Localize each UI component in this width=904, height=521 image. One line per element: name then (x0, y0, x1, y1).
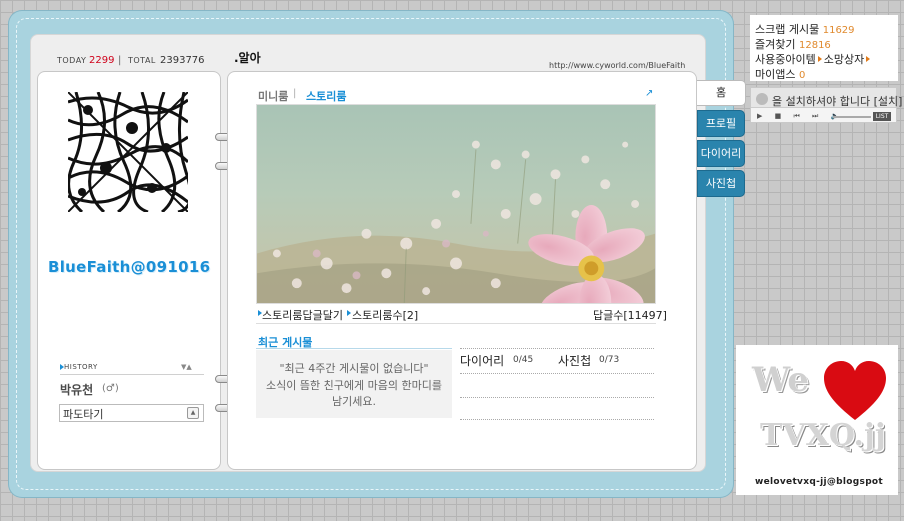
dotted-divider (460, 373, 654, 374)
tab-miniroom[interactable]: 미니룸 (258, 88, 288, 104)
tab-home[interactable]: 홈 (697, 80, 746, 106)
owner-gender: (♂) (102, 383, 119, 394)
storyroom-reply-link[interactable]: 스토리룸답글달기 (262, 307, 343, 323)
favorites-count: 12816 (798, 40, 831, 51)
banner-email: welovetvxq-jj@blogspot (755, 477, 884, 487)
surf-dropdown-label: 파도타기 (63, 408, 104, 421)
expand-icon[interactable]: ↗ (645, 88, 653, 99)
reply-count: 답글수[11497] (593, 309, 667, 322)
total-label: TOTAL (128, 56, 156, 65)
page-title: .알아 (234, 51, 261, 65)
profile-image[interactable] (68, 92, 188, 212)
nickname: BlueFaith@091016 (48, 258, 211, 276)
photo-stat-value: 0/73 (599, 355, 620, 365)
today-count: 2299 (89, 55, 115, 66)
banner-tvxq-text: TVXQ.jj (760, 418, 886, 453)
tab-profile[interactable]: 프로필 (697, 110, 745, 137)
divider (256, 348, 452, 349)
items-link[interactable]: 사용중아이템 (755, 53, 816, 66)
diary-stat-label[interactable]: 다이어리 (460, 352, 504, 369)
storyroom-photo[interactable] (256, 104, 656, 304)
heart-icon (824, 361, 886, 420)
total-count: 2393776 (160, 55, 205, 66)
arrow-icon (817, 56, 822, 62)
dotted-divider (460, 397, 654, 398)
history-toggle-icon[interactable]: ▼▲ (181, 363, 192, 371)
myapps-count: 0 (798, 70, 806, 81)
arrow-icon (866, 56, 871, 62)
link-bullet-icon (347, 310, 351, 316)
myapps-label: 마이앱스 (755, 68, 796, 81)
owner-name: 박유천 (60, 383, 94, 397)
empty-message-hint: 소식이 뜸한 친구에게 마음의 한마디를 (266, 379, 442, 392)
today-label: TODAY (57, 56, 87, 65)
player-controls-icon[interactable]: ▶ ■ ⏮ ⏭ 🔈 (757, 112, 844, 121)
empty-message: "최근 4주간 게시물이 없습니다" (279, 362, 429, 375)
wishbox-link[interactable]: 소망상자 (824, 53, 864, 66)
dotted-divider (460, 348, 654, 349)
photo-stat-label[interactable]: 사진첩 (558, 352, 591, 369)
history-label[interactable]: HISTORY (64, 363, 98, 371)
dropdown-toggle-icon[interactable]: ▲ (187, 407, 199, 419)
favorites-label: 즐겨찾기 (755, 38, 796, 51)
items-row: 사용중아이템 소망상자 (755, 51, 872, 67)
scrap-count: 11629 (822, 25, 855, 36)
tab-storyroom[interactable]: 스토리룸 (306, 88, 346, 104)
scrap-row[interactable]: 스크랩 게시물 11629 (755, 21, 855, 37)
divider (256, 323, 656, 324)
scrap-label: 스크랩 게시물 (755, 23, 820, 36)
install-notice[interactable]: 을 설치하셔야 합니다 [설치] (772, 93, 902, 109)
banner-we-text: We (752, 360, 810, 400)
volume-slider[interactable] (833, 116, 871, 118)
myapps-row[interactable]: 마이앱스 0 (755, 66, 805, 82)
plugin-icon (756, 93, 768, 105)
tab-diary[interactable]: 다이어리 (697, 140, 745, 167)
diary-stat-value: 0/45 (513, 355, 534, 365)
dotted-divider (460, 419, 654, 420)
homepage-url[interactable]: http://www.cyworld.com/BlueFaith (549, 61, 685, 70)
storyroom-count-link[interactable]: 스토리룸수[2] (352, 307, 418, 323)
counter-separator: | (118, 55, 122, 66)
tab-separator: | (293, 88, 297, 99)
divider (60, 374, 204, 375)
tab-album[interactable]: 사진첩 (697, 170, 745, 197)
favorites-row[interactable]: 즐겨찾기 12816 (755, 36, 831, 52)
empty-message-hint: 남기세요. (332, 395, 376, 408)
playlist-button[interactable]: LIST (873, 112, 891, 121)
